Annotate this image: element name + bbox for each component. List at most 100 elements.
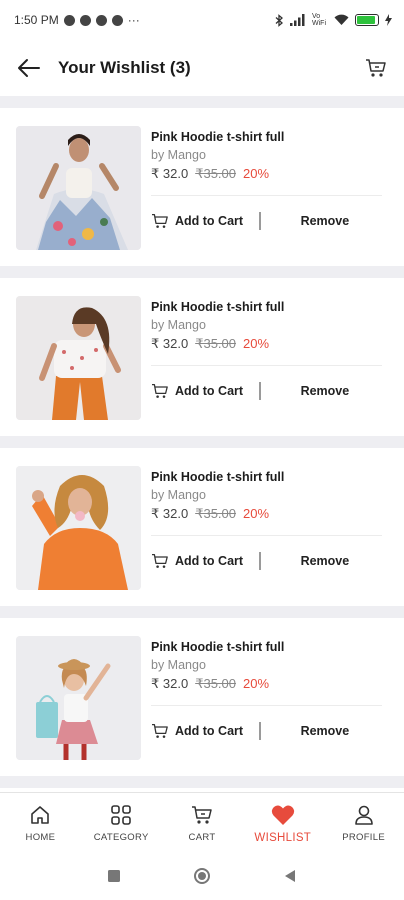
wishlist-item[interactable]: Pink Hoodie t-shirt full by Mango ₹ 32.0… bbox=[0, 278, 404, 436]
card-divider bbox=[151, 705, 382, 706]
notification-icon bbox=[63, 14, 75, 26]
add-to-cart-label: Add to Cart bbox=[175, 554, 244, 568]
woman-orange-sweater-image bbox=[16, 466, 141, 590]
product-discount: 20% bbox=[243, 676, 270, 691]
nav-label: WISHLIST bbox=[254, 831, 312, 844]
product-brand: by Mango bbox=[151, 658, 206, 672]
list-separator bbox=[0, 776, 404, 788]
add-to-cart-label: Add to Cart bbox=[175, 724, 244, 738]
wishlist-item[interactable]: Pink Hoodie t-shirt full by Mango ₹ 32.0… bbox=[0, 448, 404, 606]
cart-icon bbox=[191, 806, 212, 824]
arrow-left-icon bbox=[18, 59, 40, 77]
action-separator bbox=[259, 212, 261, 230]
product-name[interactable]: Pink Hoodie t-shirt full bbox=[151, 130, 388, 144]
remove-button[interactable]: Remove bbox=[301, 554, 350, 568]
grid-icon bbox=[111, 805, 131, 825]
status-time: 1:50 PM bbox=[14, 13, 59, 27]
product-mrp: ₹35.00 bbox=[195, 506, 236, 521]
list-separator bbox=[0, 266, 404, 278]
product-brand: by Mango bbox=[151, 318, 206, 332]
add-to-cart-button[interactable]: Add to Cart bbox=[151, 723, 243, 739]
square-icon[interactable] bbox=[107, 869, 121, 883]
nav-category[interactable]: CATEGORY bbox=[81, 793, 162, 852]
status-bar: 1:50 PM ··· Vo WiFi bbox=[0, 0, 404, 40]
page-title: Your Wishlist (3) bbox=[58, 58, 191, 77]
notification-icon bbox=[95, 14, 107, 26]
product-brand: by Mango bbox=[151, 488, 206, 502]
list-separator bbox=[0, 96, 404, 108]
wifi-icon bbox=[334, 14, 349, 25]
remove-button[interactable]: Remove bbox=[301, 384, 350, 398]
product-mrp: ₹35.00 bbox=[195, 166, 236, 181]
product-image[interactable] bbox=[16, 636, 141, 760]
home-icon bbox=[31, 806, 50, 824]
app-header: Your Wishlist (3) bbox=[0, 40, 404, 96]
card-divider bbox=[151, 195, 382, 196]
product-image[interactable] bbox=[16, 466, 141, 590]
product-discount: 20% bbox=[243, 506, 270, 521]
circle-icon[interactable] bbox=[193, 867, 211, 885]
notification-icon bbox=[79, 14, 91, 26]
card-divider bbox=[151, 365, 382, 366]
action-separator bbox=[259, 722, 261, 740]
product-mrp: ₹35.00 bbox=[195, 676, 236, 691]
product-brand: by Mango bbox=[151, 148, 206, 162]
list-separator bbox=[0, 436, 404, 448]
card-divider bbox=[151, 535, 382, 536]
status-more: ··· bbox=[127, 13, 140, 27]
cart-icon bbox=[366, 59, 386, 77]
charging-icon bbox=[385, 14, 392, 26]
product-discount: 20% bbox=[243, 166, 270, 181]
network-label: Vo WiFi bbox=[312, 13, 326, 27]
list-separator bbox=[0, 606, 404, 618]
wishlist-item[interactable]: Pink Hoodie t-shirt full by Mango ₹ 32.0… bbox=[0, 618, 404, 776]
wishlist-list: Pink Hoodie t-shirt full by Mango ₹ 32.0… bbox=[0, 96, 404, 788]
nav-label: CART bbox=[188, 832, 216, 843]
nav-wishlist[interactable]: WISHLIST bbox=[242, 793, 323, 852]
header-cart-button[interactable] bbox=[362, 54, 390, 82]
add-to-cart-button[interactable]: Add to Cart bbox=[151, 553, 243, 569]
woman-floral-skirt-image bbox=[16, 126, 141, 250]
heart-icon bbox=[271, 805, 294, 825]
nav-cart[interactable]: CART bbox=[162, 793, 243, 852]
bottom-navigation: HOME CATEGORY CART WISHLIST PROFILE bbox=[0, 792, 404, 852]
product-image[interactable] bbox=[16, 126, 141, 250]
nav-label: PROFILE bbox=[342, 832, 385, 843]
add-to-cart-label: Add to Cart bbox=[175, 384, 244, 398]
nav-label: HOME bbox=[25, 832, 56, 843]
wishlist-item[interactable]: Pink Hoodie t-shirt full by Mango ₹ 32.0… bbox=[0, 108, 404, 266]
user-icon bbox=[354, 805, 373, 825]
action-separator bbox=[259, 382, 261, 400]
girl-shopping-bags-image bbox=[16, 636, 141, 760]
product-price: ₹ 32.0 bbox=[151, 676, 189, 691]
product-price: ₹ 32.0 bbox=[151, 166, 189, 181]
add-to-cart-button[interactable]: Add to Cart bbox=[151, 383, 243, 399]
add-to-cart-label: Add to Cart bbox=[175, 214, 244, 228]
triangle-back-icon[interactable] bbox=[283, 869, 297, 883]
product-name[interactable]: Pink Hoodie t-shirt full bbox=[151, 300, 388, 314]
add-to-cart-button[interactable]: Add to Cart bbox=[151, 213, 243, 229]
nav-label: CATEGORY bbox=[93, 832, 149, 843]
nav-profile[interactable]: PROFILE bbox=[323, 793, 404, 852]
signal-icon bbox=[290, 14, 305, 26]
product-name[interactable]: Pink Hoodie t-shirt full bbox=[151, 640, 388, 654]
notification-icon bbox=[111, 14, 123, 26]
system-navigation bbox=[0, 852, 404, 900]
product-price: ₹ 32.0 bbox=[151, 336, 189, 351]
cart-icon bbox=[152, 383, 168, 398]
battery-icon bbox=[355, 14, 379, 26]
action-separator bbox=[259, 552, 261, 570]
nav-home[interactable]: HOME bbox=[0, 793, 81, 852]
cart-icon bbox=[152, 213, 168, 228]
cart-icon bbox=[152, 723, 168, 738]
product-image[interactable] bbox=[16, 296, 141, 420]
remove-button[interactable]: Remove bbox=[301, 214, 350, 228]
product-mrp: ₹35.00 bbox=[195, 336, 236, 351]
bluetooth-icon bbox=[275, 13, 283, 27]
product-name[interactable]: Pink Hoodie t-shirt full bbox=[151, 470, 388, 484]
product-price: ₹ 32.0 bbox=[151, 506, 189, 521]
back-button[interactable] bbox=[14, 53, 44, 83]
cart-icon bbox=[152, 553, 168, 568]
remove-button[interactable]: Remove bbox=[301, 724, 350, 738]
product-discount: 20% bbox=[243, 336, 270, 351]
